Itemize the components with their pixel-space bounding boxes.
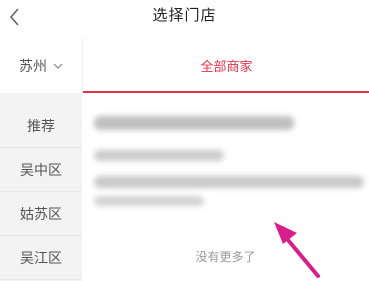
sidebar-item-label: 吴中区 xyxy=(20,162,62,179)
header-bar: 选择门店 xyxy=(0,0,369,38)
sidebar-item-wuzhong[interactable]: 吴中区 xyxy=(0,148,82,192)
tab-label: 全部商家 xyxy=(200,60,253,75)
sidebar-item-label: 姑苏区 xyxy=(20,206,62,223)
active-tab-indicator xyxy=(83,91,369,93)
sidebar-item-recommended[interactable]: 推荐 xyxy=(0,104,82,148)
store-list-item[interactable] xyxy=(82,100,369,220)
district-sidebar: 苏州 推荐 吴中区 姑苏区 吴江区 xyxy=(0,38,82,281)
sidebar-item-label: 推荐 xyxy=(27,118,55,135)
tab-all-merchants[interactable]: 全部商家 xyxy=(83,38,369,93)
sidebar-item-wujiang[interactable]: 吴江区 xyxy=(0,236,82,280)
page-title: 选择门店 xyxy=(152,6,217,24)
city-label: 苏州 xyxy=(19,58,47,75)
merchant-tabbar: 全部商家 xyxy=(82,38,369,93)
city-selector[interactable]: 苏州 xyxy=(0,38,82,93)
sidebar-item-gusu[interactable]: 姑苏区 xyxy=(0,192,82,236)
sidebar-item-label: 吴江区 xyxy=(20,250,62,267)
blurred-store-name xyxy=(94,116,294,130)
no-more-text: 没有更多了 xyxy=(195,250,256,264)
annotation-arrow-head xyxy=(274,222,297,244)
chevron-down-icon xyxy=(53,63,63,69)
blurred-store-address xyxy=(94,176,364,188)
blurred-store-detail xyxy=(94,150,224,161)
blurred-store-distance xyxy=(94,196,204,206)
